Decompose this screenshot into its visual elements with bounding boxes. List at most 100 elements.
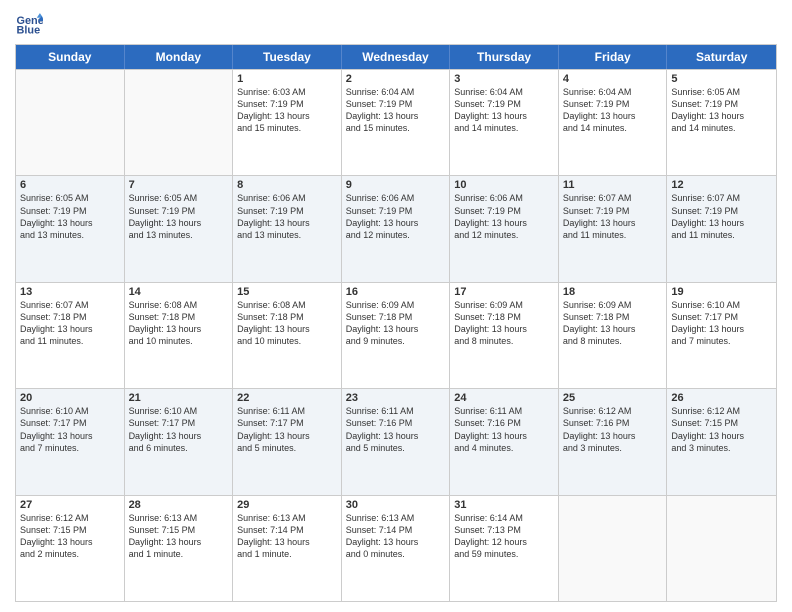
cell-line: Sunrise: 6:05 AM xyxy=(129,192,229,204)
cell-line: Sunrise: 6:10 AM xyxy=(129,405,229,417)
cell-line: Daylight: 13 hours xyxy=(346,323,446,335)
cell-line: Daylight: 13 hours xyxy=(563,323,663,335)
cell-line: Sunset: 7:18 PM xyxy=(563,311,663,323)
header-cell-tuesday: Tuesday xyxy=(233,45,342,69)
day-number: 14 xyxy=(129,286,229,298)
cell-line: and 14 minutes. xyxy=(563,122,663,134)
cell-line: Daylight: 13 hours xyxy=(563,110,663,122)
cell-line: and 11 minutes. xyxy=(671,229,772,241)
day-cell-17: 17Sunrise: 6:09 AMSunset: 7:18 PMDayligh… xyxy=(450,283,559,388)
cell-line: Sunrise: 6:04 AM xyxy=(563,86,663,98)
cell-line: and 1 minute. xyxy=(237,548,337,560)
cell-line: Sunset: 7:19 PM xyxy=(454,205,554,217)
day-cell-31: 31Sunrise: 6:14 AMSunset: 7:13 PMDayligh… xyxy=(450,496,559,601)
day-cell-9: 9Sunrise: 6:06 AMSunset: 7:19 PMDaylight… xyxy=(342,176,451,281)
cell-line: Sunrise: 6:07 AM xyxy=(20,299,120,311)
day-number: 7 xyxy=(129,179,229,191)
day-cell-24: 24Sunrise: 6:11 AMSunset: 7:16 PMDayligh… xyxy=(450,389,559,494)
day-number: 30 xyxy=(346,499,446,511)
cell-line: Sunset: 7:17 PM xyxy=(237,417,337,429)
cell-line: Daylight: 13 hours xyxy=(346,217,446,229)
cell-line: Sunrise: 6:12 AM xyxy=(20,512,120,524)
day-number: 20 xyxy=(20,392,120,404)
day-cell-30: 30Sunrise: 6:13 AMSunset: 7:14 PMDayligh… xyxy=(342,496,451,601)
cell-line: Daylight: 13 hours xyxy=(454,110,554,122)
cell-line: Sunset: 7:19 PM xyxy=(346,205,446,217)
cell-line: Daylight: 13 hours xyxy=(671,110,772,122)
cell-line: and 15 minutes. xyxy=(346,122,446,134)
cell-line: Sunset: 7:15 PM xyxy=(671,417,772,429)
day-number: 21 xyxy=(129,392,229,404)
cell-line: and 11 minutes. xyxy=(20,335,120,347)
calendar-body: 1Sunrise: 6:03 AMSunset: 7:19 PMDaylight… xyxy=(16,69,776,601)
cell-line: and 3 minutes. xyxy=(671,442,772,454)
cell-line: Daylight: 13 hours xyxy=(563,430,663,442)
day-cell-25: 25Sunrise: 6:12 AMSunset: 7:16 PMDayligh… xyxy=(559,389,668,494)
day-number: 2 xyxy=(346,73,446,85)
cell-line: and 14 minutes. xyxy=(671,122,772,134)
cell-line: Sunrise: 6:07 AM xyxy=(671,192,772,204)
cell-line: Sunrise: 6:13 AM xyxy=(129,512,229,524)
day-number: 5 xyxy=(671,73,772,85)
day-cell-20: 20Sunrise: 6:10 AMSunset: 7:17 PMDayligh… xyxy=(16,389,125,494)
day-number: 19 xyxy=(671,286,772,298)
cell-line: Sunset: 7:19 PM xyxy=(671,205,772,217)
day-cell-4: 4Sunrise: 6:04 AMSunset: 7:19 PMDaylight… xyxy=(559,70,668,175)
cell-line: and 4 minutes. xyxy=(454,442,554,454)
cell-line: Sunset: 7:17 PM xyxy=(129,417,229,429)
cell-line: Sunrise: 6:05 AM xyxy=(671,86,772,98)
cell-line: and 11 minutes. xyxy=(563,229,663,241)
cell-line: Daylight: 13 hours xyxy=(346,536,446,548)
cell-line: and 6 minutes. xyxy=(129,442,229,454)
cell-line: Daylight: 13 hours xyxy=(237,110,337,122)
cell-line: and 10 minutes. xyxy=(237,335,337,347)
cell-line: Sunset: 7:19 PM xyxy=(129,205,229,217)
empty-cell xyxy=(16,70,125,175)
day-number: 27 xyxy=(20,499,120,511)
cell-line: Sunset: 7:15 PM xyxy=(20,524,120,536)
cell-line: and 13 minutes. xyxy=(20,229,120,241)
day-cell-7: 7Sunrise: 6:05 AMSunset: 7:19 PMDaylight… xyxy=(125,176,234,281)
cell-line: and 7 minutes. xyxy=(671,335,772,347)
cell-line: Sunrise: 6:11 AM xyxy=(237,405,337,417)
cell-line: and 13 minutes. xyxy=(237,229,337,241)
day-cell-23: 23Sunrise: 6:11 AMSunset: 7:16 PMDayligh… xyxy=(342,389,451,494)
cal-row: 13Sunrise: 6:07 AMSunset: 7:18 PMDayligh… xyxy=(16,282,776,388)
cell-line: Sunrise: 6:13 AM xyxy=(237,512,337,524)
cell-line: and 10 minutes. xyxy=(129,335,229,347)
cell-line: Sunset: 7:17 PM xyxy=(671,311,772,323)
cell-line: Daylight: 13 hours xyxy=(20,217,120,229)
cell-line: and 2 minutes. xyxy=(20,548,120,560)
day-cell-2: 2Sunrise: 6:04 AMSunset: 7:19 PMDaylight… xyxy=(342,70,451,175)
cell-line: Daylight: 13 hours xyxy=(671,217,772,229)
cell-line: Sunset: 7:16 PM xyxy=(346,417,446,429)
cal-row: 27Sunrise: 6:12 AMSunset: 7:15 PMDayligh… xyxy=(16,495,776,601)
cell-line: Sunset: 7:16 PM xyxy=(563,417,663,429)
day-number: 17 xyxy=(454,286,554,298)
cell-line: Sunset: 7:15 PM xyxy=(129,524,229,536)
header-cell-monday: Monday xyxy=(125,45,234,69)
logo-icon: General Blue xyxy=(15,10,43,38)
day-number: 24 xyxy=(454,392,554,404)
cell-line: Sunrise: 6:07 AM xyxy=(563,192,663,204)
cell-line: Daylight: 13 hours xyxy=(454,430,554,442)
day-number: 31 xyxy=(454,499,554,511)
day-cell-16: 16Sunrise: 6:09 AMSunset: 7:18 PMDayligh… xyxy=(342,283,451,388)
cell-line: Daylight: 13 hours xyxy=(346,110,446,122)
cell-line: and 8 minutes. xyxy=(563,335,663,347)
day-cell-12: 12Sunrise: 6:07 AMSunset: 7:19 PMDayligh… xyxy=(667,176,776,281)
day-number: 1 xyxy=(237,73,337,85)
day-cell-5: 5Sunrise: 6:05 AMSunset: 7:19 PMDaylight… xyxy=(667,70,776,175)
day-cell-11: 11Sunrise: 6:07 AMSunset: 7:19 PMDayligh… xyxy=(559,176,668,281)
cell-line: and 8 minutes. xyxy=(454,335,554,347)
cell-line: Sunset: 7:18 PM xyxy=(454,311,554,323)
day-number: 22 xyxy=(237,392,337,404)
cell-line: Sunrise: 6:14 AM xyxy=(454,512,554,524)
day-cell-8: 8Sunrise: 6:06 AMSunset: 7:19 PMDaylight… xyxy=(233,176,342,281)
calendar: SundayMondayTuesdayWednesdayThursdayFrid… xyxy=(15,44,777,602)
cell-line: Daylight: 13 hours xyxy=(20,323,120,335)
cell-line: Daylight: 13 hours xyxy=(346,430,446,442)
calendar-header-row: SundayMondayTuesdayWednesdayThursdayFrid… xyxy=(16,45,776,69)
cal-row: 1Sunrise: 6:03 AMSunset: 7:19 PMDaylight… xyxy=(16,69,776,175)
cell-line: and 9 minutes. xyxy=(346,335,446,347)
